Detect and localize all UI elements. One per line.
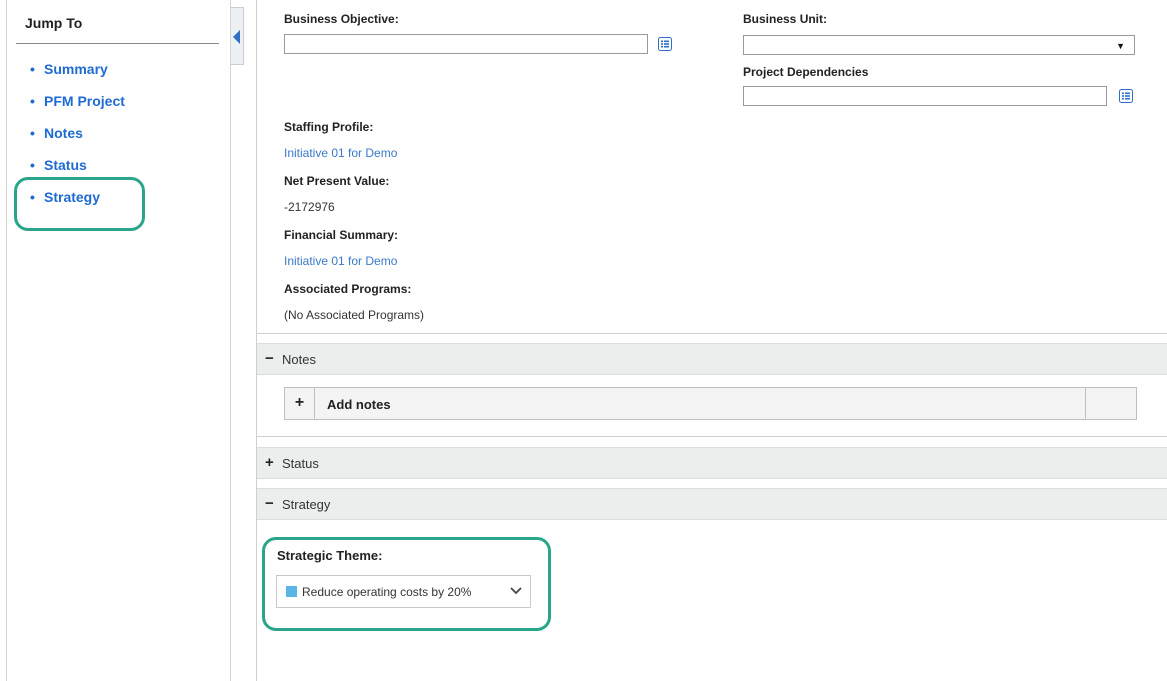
section-divider (257, 436, 1167, 437)
business-objective-label: Business Objective: (284, 12, 399, 26)
sidebar-item-label: Status (44, 157, 87, 173)
strategic-theme-select[interactable]: Reduce operating costs by 20% (276, 575, 531, 608)
sidebar-divider (16, 43, 219, 44)
notes-section-title: Notes (282, 352, 316, 367)
staffing-profile-label: Staffing Profile: (284, 120, 374, 134)
business-unit-label: Business Unit: (743, 12, 828, 26)
collapse-icon: − (265, 350, 274, 367)
bullet: • (30, 157, 35, 173)
list-icon (1119, 89, 1133, 103)
business-objective-picker[interactable] (658, 37, 672, 51)
section-divider (257, 333, 1167, 334)
financial-summary-label: Financial Summary: (284, 228, 399, 242)
chevron-down-icon (510, 587, 522, 595)
sidebar-collapse-toggle[interactable] (231, 7, 244, 65)
strategic-theme-label: Strategic Theme: (277, 548, 383, 563)
financial-summary-link[interactable]: Initiative 01 for Demo (284, 254, 397, 268)
associated-programs-label: Associated Programs: (284, 282, 412, 296)
sidebar-item-label: PFM Project (44, 93, 125, 109)
add-notes-button[interactable]: + (285, 388, 315, 419)
collapse-icon: − (265, 495, 274, 512)
triangle-down-icon: ▼ (1116, 41, 1125, 51)
sidebar-item-label: Notes (44, 125, 83, 141)
notes-section-header[interactable]: − Notes (257, 343, 1167, 375)
sidebar-item-summary[interactable]: • Summary (30, 61, 108, 77)
strategy-section-header[interactable]: − Strategy (257, 488, 1167, 520)
status-section-title: Status (282, 456, 319, 471)
chevron-left-icon (233, 30, 240, 44)
bullet: • (30, 189, 35, 205)
theme-color-swatch (286, 586, 297, 597)
expand-icon: + (265, 454, 274, 471)
sidebar-item-label: Strategy (44, 189, 101, 205)
notes-table-cell (1085, 388, 1136, 419)
business-unit-select[interactable]: ▼ (743, 35, 1135, 55)
project-dependencies-label: Project Dependencies (743, 65, 869, 79)
net-present-value-label: Net Present Value: (284, 174, 390, 188)
staffing-profile-link[interactable]: Initiative 01 for Demo (284, 146, 397, 160)
sidebar-item-notes[interactable]: • Notes (30, 125, 83, 141)
associated-programs-value: (No Associated Programs) (284, 308, 425, 322)
project-dependencies-input[interactable] (743, 86, 1107, 106)
add-notes-label[interactable]: Add notes (327, 397, 391, 412)
project-dependencies-picker[interactable] (1119, 89, 1133, 103)
strategic-theme-value: Reduce operating costs by 20% (302, 585, 472, 599)
sidebar-item-strategy[interactable]: • Strategy (30, 189, 100, 205)
content-left-border (256, 0, 257, 681)
bullet: • (30, 61, 35, 77)
notes-table: + Add notes (284, 387, 1137, 420)
sidebar-item-status[interactable]: • Status (30, 157, 87, 173)
sidebar-item-label: Summary (44, 61, 108, 77)
status-section-header[interactable]: + Status (257, 447, 1167, 479)
jump-to-title: Jump To (25, 15, 83, 31)
list-icon (658, 37, 672, 51)
bullet: • (30, 93, 35, 109)
net-present-value: -2172976 (284, 200, 335, 214)
strategy-section-title: Strategy (282, 497, 331, 512)
business-objective-input[interactable] (284, 34, 648, 54)
sidebar-item-pfm-project[interactable]: • PFM Project (30, 93, 125, 109)
bullet: • (30, 125, 35, 141)
